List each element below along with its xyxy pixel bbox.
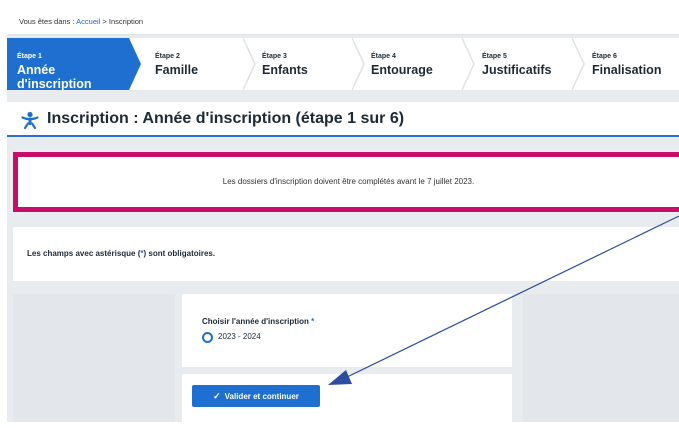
left-gutter-panel: [13, 294, 175, 422]
right-gutter-panel: [523, 294, 679, 422]
validate-continue-label: Valider et continuer: [224, 392, 299, 401]
step-number: Étape 6: [592, 53, 617, 60]
page-title: Inscription : Année d'inscription (étape…: [47, 110, 405, 127]
step-3[interactable]: Étape 3 Enfants: [252, 38, 348, 90]
step-label: Justificatifs: [482, 63, 552, 77]
validate-continue-button[interactable]: ✓ Valider et continuer: [192, 385, 320, 407]
note-text-after: ) sont obligatoires.: [143, 249, 216, 258]
step-1[interactable]: Étape 1 Année d'inscription: [7, 38, 129, 91]
breadcrumb-separator: >: [102, 17, 107, 26]
step-number: Étape 1: [17, 53, 42, 60]
breadcrumb-current: Inscription: [108, 17, 144, 26]
year-field-label-text: Choisir l'année d'inscription: [202, 317, 309, 326]
step-label: Finalisation: [592, 63, 662, 77]
step-number: Étape 5: [482, 53, 507, 60]
step-2[interactable]: Étape 2 Famille: [145, 38, 241, 90]
step-number: Étape 2: [155, 53, 180, 60]
child-icon: [21, 111, 39, 129]
step-label: Entourage: [371, 63, 433, 77]
deadline-alert: Les dossiers d'inscription doivent être …: [13, 152, 679, 212]
required-fields-note: Les champs avec astérisque (*) sont obli…: [13, 227, 679, 281]
step-label: Enfants: [262, 63, 308, 77]
step-chevron-active: [129, 38, 141, 90]
required-mark: *: [311, 317, 315, 326]
step-progress: Étape 1 Année d'inscription Étape 2 Fami…: [7, 38, 679, 91]
note-text-before: Les champs avec astérisque (: [27, 249, 141, 258]
step-number: Étape 4: [371, 53, 396, 60]
year-selection-card: Choisir l'année d'inscription * 2023 - 2…: [182, 294, 512, 367]
step-6[interactable]: Étape 6 Finalisation: [582, 38, 679, 90]
year-radio-label[interactable]: 2023 - 2024: [218, 332, 261, 341]
page-header: Inscription : Année d'inscription (étape…: [7, 102, 679, 137]
breadcrumb: Vous êtes dans : Accueil > Inscription: [7, 9, 679, 35]
alert-text: Les dossiers d'inscription doivent être …: [222, 177, 475, 186]
breadcrumb-home-link[interactable]: Accueil: [76, 17, 100, 26]
page-frame: Vous êtes dans : Accueil > Inscription É…: [7, 9, 679, 422]
step-label: Année d'inscription: [17, 63, 92, 91]
year-radio-2023-2024[interactable]: [202, 332, 213, 343]
step-4[interactable]: Étape 4 Entourage: [361, 38, 461, 90]
step-number: Étape 3: [262, 53, 287, 60]
step-5[interactable]: Étape 5 Justificatifs: [472, 38, 572, 90]
actions-card: ✓ Valider et continuer: [182, 374, 512, 422]
check-icon: ✓: [213, 391, 221, 401]
year-field-label: Choisir l'année d'inscription *: [202, 317, 314, 326]
step-label: Famille: [155, 63, 199, 77]
breadcrumb-prefix: Vous êtes dans :: [19, 17, 75, 26]
